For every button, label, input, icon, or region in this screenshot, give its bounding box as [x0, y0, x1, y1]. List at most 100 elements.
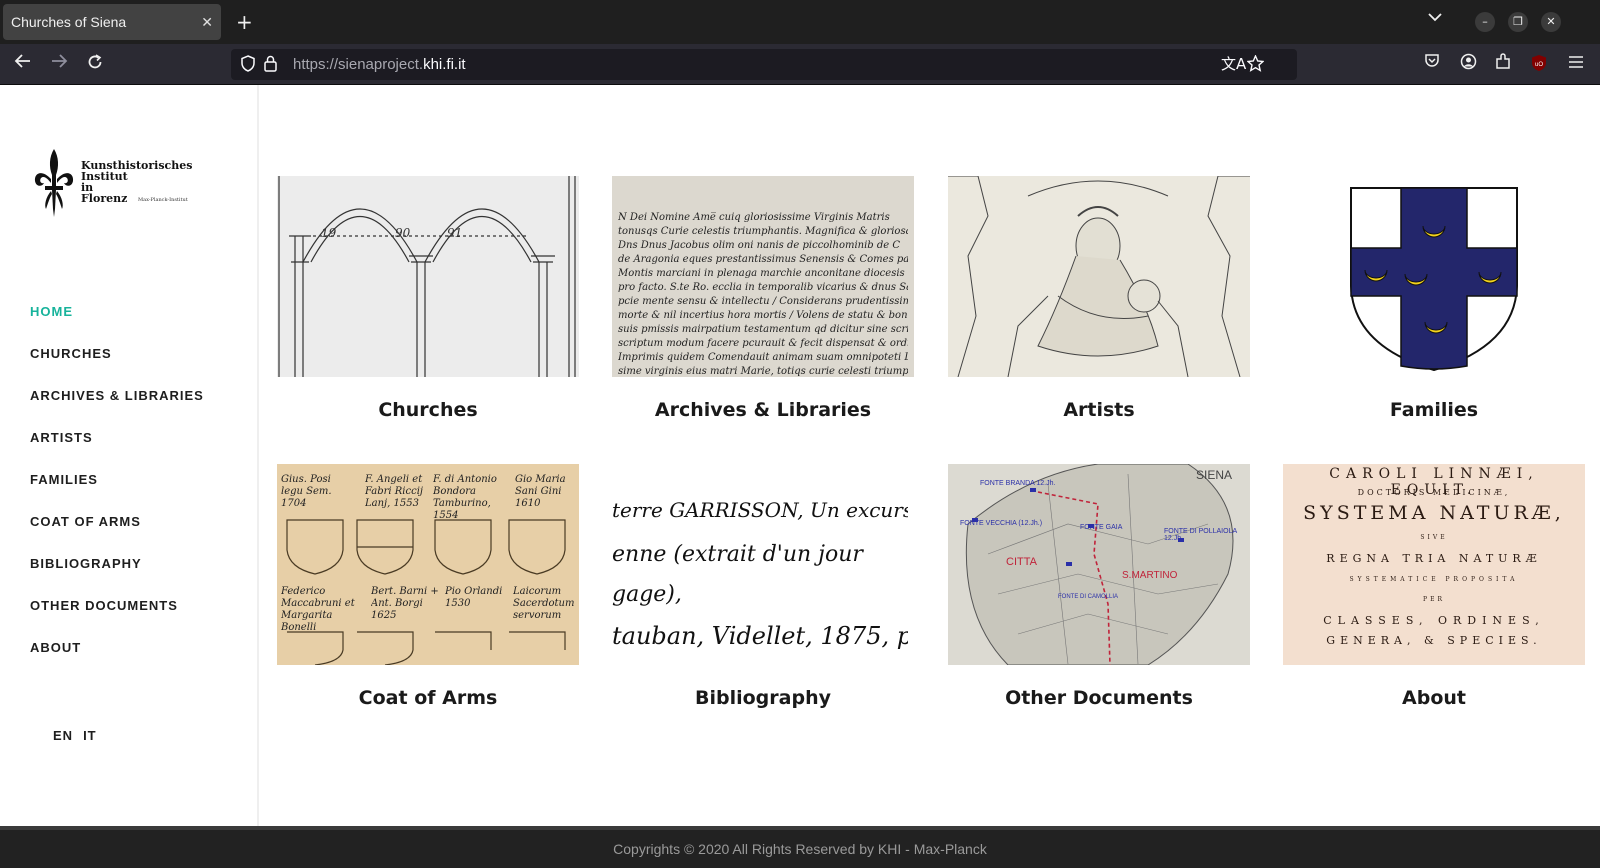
titlepage-line: CLASSES, ORDINES, [1323, 614, 1545, 627]
arms-caption: Federico Maccabruni et Margarita Bonelli [281, 586, 355, 633]
extensions-icon[interactable] [1495, 53, 1512, 76]
arch-number: 19 [321, 226, 337, 240]
map-label: SIENA [1196, 468, 1233, 482]
menu-item-artists[interactable]: ARTISTS [30, 429, 204, 471]
thumb-bibliography[interactable]: terre GARRISSON, Un excursio enne (extra… [612, 464, 914, 665]
menu-item-churches[interactable]: CHURCHES [30, 345, 204, 387]
manuscript-line: de Aragonia eques prestantissimus Senens… [618, 254, 908, 265]
card-title[interactable]: Coat of Arms [277, 687, 579, 709]
siena-map-drawing [965, 464, 1234, 665]
card-bibliography[interactable]: terre GARRISSON, Un excursio enne (extra… [612, 464, 914, 709]
map-label: FONTE BRANDA 12.Jh. [980, 480, 1056, 487]
tab-title: Churches of Siena [11, 14, 127, 30]
card-title[interactable]: Churches [277, 399, 579, 421]
handwritten-line: gage), [612, 582, 682, 607]
main-content: 19 90 91 Churches N Dei Nomine Ame̅ cuiq… [261, 85, 1600, 826]
card-about[interactable]: CAROLI LINNÆI, EQUIT. DOCTORIS MEDICINÆ,… [1283, 464, 1585, 709]
manuscript-line: N Dei Nomine Ame̅ cuiq gloriosissime Vir… [618, 212, 890, 223]
account-icon[interactable] [1460, 53, 1477, 76]
arcade-drawing [278, 176, 576, 377]
url-text[interactable]: https://sienaproject.khi.fi.it [293, 49, 466, 80]
lang-it[interactable]: IT [83, 728, 97, 743]
bookmark-star-icon[interactable] [1246, 54, 1265, 77]
thumb-other-documents[interactable]: FONTE BRANDA 12.Jh. FONTE VECCHIA (12.Jh… [948, 464, 1250, 665]
svg-text:uO: uO [1535, 62, 1543, 68]
arms-caption: Laicorum Sacerdotum servorum [513, 586, 575, 621]
card-coat-of-arms[interactable]: Gius. Posi legu Sem. 1704 F. Angeli et F… [277, 464, 579, 709]
copyright-text: Copyrights © 2020 All Rights Reserved by… [613, 841, 987, 857]
browser-tab[interactable]: Churches of Siena ✕ [3, 4, 221, 40]
card-archives-libraries[interactable]: N Dei Nomine Ame̅ cuiq gloriosissime Vir… [612, 176, 914, 421]
hamburger-menu-icon[interactable] [1568, 53, 1584, 75]
titlepage-line: GENERA, & SPECIES. [1326, 634, 1542, 647]
browser-tab-bar: Churches of Siena ✕ + – ❐ ✕ [0, 0, 1600, 44]
titlepage-line: SIVE [1420, 534, 1448, 541]
menu-item-families[interactable]: FAMILIES [30, 471, 204, 513]
translate-icon[interactable]: 文A [1221, 55, 1246, 74]
card-title[interactable]: Bibliography [612, 687, 914, 709]
menu-item-coat-of-arms[interactable]: COAT OF ARMS [30, 513, 204, 555]
card-artists[interactable]: Artists [948, 176, 1250, 421]
footer: Copyrights © 2020 All Rights Reserved by… [0, 826, 1600, 868]
tab-list-chevron-icon[interactable] [1428, 10, 1442, 26]
manuscript-line: sime virginis eius matri Marie, totiqs c… [618, 366, 908, 377]
menu-item-other-documents[interactable]: OTHER DOCUMENTS [30, 597, 204, 639]
arms-caption: Gio Maria Sani Gini 1610 [515, 474, 566, 509]
titlepage-line: SYSTEMA NATURÆ, [1303, 502, 1565, 524]
manuscript-line: Dns Dnus Jacobus olim oni nanis de picco… [618, 240, 901, 251]
language-switcher: EN IT [53, 728, 107, 743]
minimize-icon[interactable]: – [1475, 12, 1495, 32]
thumb-churches[interactable]: 19 90 91 [277, 176, 579, 377]
menu-item-archives-libraries[interactable]: ARCHIVES & LIBRARIES [30, 387, 204, 429]
handwritten-line: tauban, Videllet, 1875, pp [612, 622, 908, 650]
card-title[interactable]: Other Documents [948, 687, 1250, 709]
thumb-archives-libraries[interactable]: N Dei Nomine Ame̅ cuiq gloriosissime Vir… [612, 176, 914, 377]
reload-icon[interactable] [86, 53, 104, 77]
manuscript-line: scriptum modum facere pcurauit & fecit d… [618, 338, 908, 349]
forward-arrow-icon[interactable] [50, 53, 68, 75]
pocket-icon[interactable] [1424, 53, 1440, 75]
manuscript-line: tonusqs Curie celestis triumphantis. Mag… [618, 226, 908, 237]
close-window-icon[interactable]: ✕ [1541, 12, 1561, 32]
titlepage-line: DOCTORIS MEDICINÆ, [1357, 488, 1511, 497]
map-label: S.MARTINO [1122, 570, 1178, 581]
menu-item-bibliography[interactable]: BIBLIOGRAPHY [30, 555, 204, 597]
address-bar[interactable]: https://sienaproject.khi.fi.it 文A [231, 49, 1297, 80]
back-arrow-icon[interactable] [14, 53, 32, 75]
ublock-icon[interactable]: uO [1531, 54, 1547, 78]
menu-item-about[interactable]: ABOUT [30, 639, 204, 681]
card-title[interactable]: Families [1283, 399, 1585, 421]
thumb-families[interactable] [1283, 176, 1585, 377]
thumb-artists[interactable] [948, 176, 1250, 377]
titlepage-line: REGNA TRIA NATURÆ [1326, 552, 1542, 565]
handwritten-line: terre GARRISSON, Un excursio [612, 498, 908, 522]
main-menu: HOME CHURCHES ARCHIVES & LIBRARIES ARTIS… [30, 303, 204, 681]
arch-number: 90 [395, 226, 411, 240]
arch-number: 91 [447, 226, 463, 240]
card-title[interactable]: About [1283, 687, 1585, 709]
map-label: FONTE VECCHIA (12.Jh.) [960, 520, 1043, 527]
arms-caption: Pio Orlandi 1530 [445, 586, 503, 609]
thumb-coat-of-arms[interactable]: Gius. Posi legu Sem. 1704 F. Angeli et F… [277, 464, 579, 665]
lang-en[interactable]: EN [53, 728, 73, 743]
card-title[interactable]: Artists [948, 399, 1250, 421]
shield-icon[interactable] [241, 55, 255, 77]
card-other-documents[interactable]: FONTE BRANDA 12.Jh. FONTE VECCHIA (12.Jh… [948, 464, 1250, 709]
thumb-about[interactable]: CAROLI LINNÆI, EQUIT. DOCTORIS MEDICINÆ,… [1283, 464, 1585, 665]
map-label: CITTA [1006, 556, 1037, 568]
card-title[interactable]: Archives & Libraries [612, 399, 914, 421]
map-label: FONTE DI CAMOLLIA [1058, 594, 1119, 600]
khi-logo[interactable]: Kunsthistorisches Institut in Florenz Ma… [32, 147, 202, 219]
card-families[interactable]: Families [1283, 176, 1585, 421]
fleur-de-lis-icon [34, 149, 74, 217]
card-churches[interactable]: 19 90 91 Churches [277, 176, 579, 421]
new-tab-icon[interactable]: + [236, 10, 253, 34]
map-label: FONTE DI POLLAIOLA 12.Jh. [1164, 528, 1237, 542]
arms-caption: F. Angeli et Fabri Riccij Lanj, 1553 [365, 474, 424, 509]
restore-icon[interactable]: ❐ [1508, 12, 1528, 32]
tab-close-icon[interactable]: ✕ [201, 4, 213, 40]
sidebar: Kunsthistorisches Institut in Florenz Ma… [0, 85, 259, 826]
lock-icon[interactable] [264, 55, 277, 77]
family-shield-drawing [1350, 187, 1518, 372]
menu-item-home[interactable]: HOME [30, 303, 204, 345]
